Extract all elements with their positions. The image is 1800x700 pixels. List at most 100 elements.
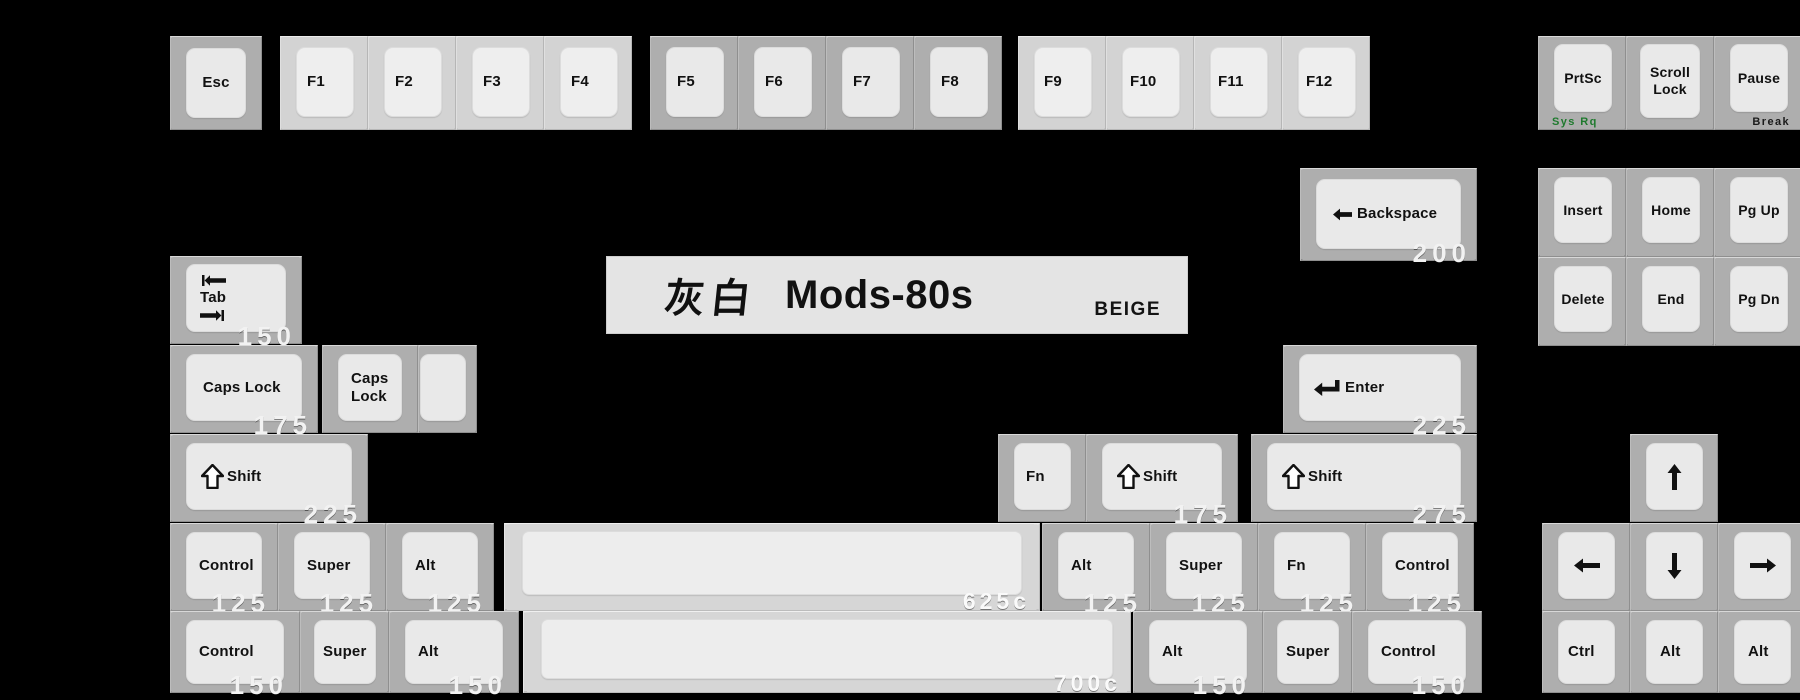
key-esc[interactable]: Esc (170, 36, 262, 130)
key-delete[interactable]: Delete (1538, 257, 1626, 346)
key-arrow-up[interactable] (1630, 434, 1718, 522)
keycap-top: Pause (1730, 44, 1788, 112)
key-fn-left[interactable]: Fn (998, 434, 1086, 522)
key-spacebar-625[interactable]: 625c (504, 523, 1040, 613)
key-ctrl-bottom-right[interactable]: Ctrl (1542, 611, 1630, 693)
key-backspace[interactable]: Backspace 200 (1300, 168, 1477, 266)
key-enter[interactable]: Enter 225 (1283, 345, 1477, 438)
key-f9[interactable]: F9 (1018, 36, 1106, 130)
key-legend: Alt (1071, 556, 1092, 574)
key-tab[interactable]: Tab 150 (170, 256, 302, 349)
key-f2[interactable]: F2 (368, 36, 456, 130)
shift-up-icon (1282, 464, 1305, 489)
key-legend: Alt (1162, 643, 1183, 661)
key-alt-left-125[interactable]: Alt 125 (386, 523, 494, 616)
key-sublegend-break: Break (1752, 116, 1790, 128)
keycap-top: F2 (384, 47, 442, 117)
key-f8[interactable]: F8 (914, 36, 1002, 130)
key-f1[interactable]: F1 (280, 36, 368, 130)
key-caps-lock-175[interactable]: Caps Lock 175 (170, 345, 318, 438)
keycap-top (1558, 532, 1615, 599)
key-blank[interactable] (418, 345, 477, 433)
spacebar-700-group: 700c (523, 611, 1131, 695)
key-page-down[interactable]: Pg Dn (1714, 257, 1800, 346)
keycap-top: F6 (754, 47, 812, 117)
key-home[interactable]: Home (1626, 168, 1714, 257)
key-f7[interactable]: F7 (826, 36, 914, 130)
keycap-top: Super (1277, 620, 1339, 684)
key-alt-bottom-right-1[interactable]: Alt (1630, 611, 1718, 693)
keycap-top: Caps Lock (186, 354, 302, 421)
arrow-right-icon (1749, 558, 1776, 573)
key-legend: Shift (1143, 467, 1178, 485)
bottom-right-ctrl-alt-group: Ctrl Alt Alt (1542, 611, 1800, 693)
key-insert[interactable]: Insert (1538, 168, 1626, 257)
key-control-right-125[interactable]: Control 125 (1366, 523, 1474, 616)
key-legend: Insert (1563, 201, 1603, 218)
key-alt-bottom-right-2[interactable]: Alt (1718, 611, 1800, 693)
key-alt-right-125[interactable]: Alt 125 (1042, 523, 1150, 616)
key-super-left-125b[interactable]: Super (300, 611, 389, 693)
key-control-right-150[interactable]: Control 150 (1352, 611, 1482, 698)
key-super-left-125[interactable]: Super 125 (278, 523, 386, 616)
keycap-top: Alt (1058, 532, 1134, 599)
key-legend: Enter (1345, 378, 1385, 396)
key-pause[interactable]: Pause Break (1714, 36, 1800, 130)
keycap-top (1646, 443, 1703, 510)
key-f12[interactable]: F12 (1282, 36, 1370, 130)
key-arrow-left[interactable] (1542, 523, 1630, 611)
key-super-right-125b[interactable]: Super (1263, 611, 1352, 693)
key-f10[interactable]: F10 (1106, 36, 1194, 130)
key-legend: F11 (1218, 73, 1244, 91)
key-f5[interactable]: F5 (650, 36, 738, 130)
key-legend: Alt (415, 556, 436, 574)
keycap-top: Super (294, 532, 370, 599)
key-f3[interactable]: F3 (456, 36, 544, 130)
backspace-group: Backspace 200 (1300, 168, 1477, 266)
key-page-up[interactable]: Pg Up (1714, 168, 1800, 257)
key-legend: Pg Up (1738, 201, 1780, 218)
key-alt-right-150[interactable]: Alt 150 (1133, 611, 1263, 698)
key-end[interactable]: End (1626, 257, 1714, 346)
key-arrow-down[interactable] (1630, 523, 1718, 611)
nav-cluster: Insert Home Pg Up Delete End Pg Dn (1538, 168, 1800, 346)
key-shift-right-175[interactable]: Shift 175 (1086, 434, 1238, 527)
keycap-top: Alt (1734, 620, 1791, 684)
key-scroll-lock[interactable]: Scroll Lock (1626, 36, 1714, 130)
key-shift-left[interactable]: Shift 225 (170, 434, 368, 527)
key-legend: Fn (1026, 467, 1045, 485)
keycap-top: Shift (1267, 443, 1461, 510)
key-prtsc[interactable]: PrtSc Sys Rq (1538, 36, 1626, 130)
keycap-top: Fn (1014, 443, 1071, 510)
tab-left-icon (200, 275, 226, 287)
key-super-right-125[interactable]: Super 125 (1150, 523, 1258, 616)
keycap-top: Super (314, 620, 376, 684)
keycap-layout-canvas: Esc F1 F2 F3 F4 F5 F6 F7 F8 F9 F10 F11 F… (0, 0, 1800, 698)
keycap-top: F1 (296, 47, 354, 117)
key-legend: Shift (227, 467, 262, 485)
key-f11[interactable]: F11 (1194, 36, 1282, 130)
key-caps-lock-2line[interactable]: Caps Lock (322, 345, 418, 433)
key-control-left-125[interactable]: Control 125 (170, 523, 278, 616)
key-control-left-150[interactable]: Control 150 (170, 611, 300, 698)
key-legend: Shift (1308, 467, 1343, 485)
keycap-top: Control (1368, 620, 1466, 684)
shift-up-icon (201, 464, 224, 489)
key-shift-right-275[interactable]: Shift 275 (1251, 434, 1477, 527)
key-fn-right-125[interactable]: Fn 125 (1258, 523, 1366, 616)
key-arrow-right[interactable] (1718, 523, 1800, 611)
arrow-up-icon (1667, 463, 1682, 490)
key-legend: F5 (677, 73, 695, 91)
key-f6[interactable]: F6 (738, 36, 826, 130)
title-sub: BEIGE (1094, 299, 1161, 320)
key-spacebar-700[interactable]: 700c (523, 611, 1131, 695)
capslock-wide-group: Caps Lock 175 (170, 345, 318, 438)
key-alt-left-150[interactable]: Alt 150 (389, 611, 519, 698)
key-legend: F12 (1306, 73, 1333, 91)
keycap-top: Backspace (1316, 179, 1461, 249)
key-f4[interactable]: F4 (544, 36, 632, 130)
key-legend: F2 (395, 73, 413, 91)
keycap-top: Scroll Lock (1640, 44, 1700, 118)
key-legend: Delete (1561, 290, 1605, 307)
key-legend: Control (1381, 643, 1436, 661)
